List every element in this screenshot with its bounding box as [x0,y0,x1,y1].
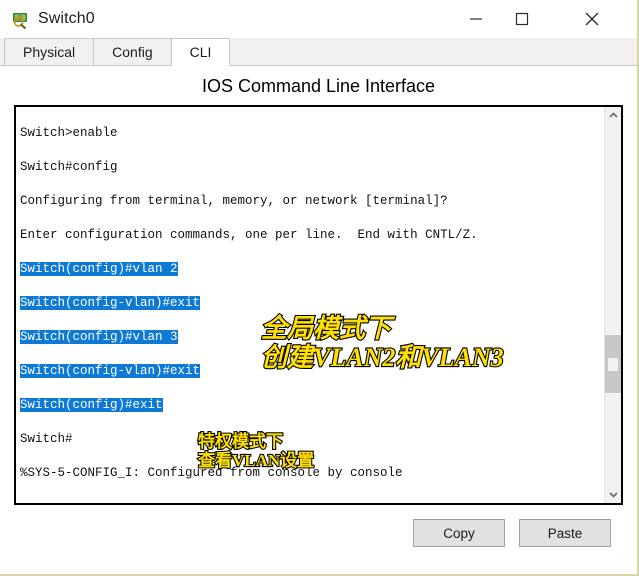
terminal-line: Switch# [20,432,73,446]
terminal-line: Enter configuration commands, one per li… [20,228,478,242]
close-icon[interactable] [569,0,615,38]
page-title: IOS Command Line Interface [201,76,436,96]
button-bar: Copy Paste [0,505,637,561]
terminal-line: Configuring from terminal, memory, or ne… [20,194,448,208]
cli-panel: IOS Command Line Interface Switch>enable… [0,66,637,574]
tab-strip: Physical Config CLI [0,38,637,66]
terminal-line: Switch#config [20,160,118,174]
tab-physical[interactable]: Physical [4,38,95,65]
minimize-icon[interactable] [453,0,499,38]
terminal-line-selected: Switch(config)#vlan 3 [20,330,178,344]
terminal-scrollbar[interactable] [604,107,621,503]
terminal-line-selected: Switch(config)#exit [20,398,163,412]
terminal-line: Switch>enable [20,126,118,140]
window-title: Switch0 [38,10,95,27]
tab-config[interactable]: Config [93,38,172,65]
paste-button[interactable]: Paste [519,519,611,547]
terminal-line-selected: Switch(config-vlan)#exit [20,364,201,378]
terminal-line: Switch(config)#vlan 2 [20,261,604,278]
terminal-line-selected: Switch(config-vlan)#exit [20,296,201,310]
chevron-down-icon[interactable] [605,486,621,503]
switch0-window: $ Switch0 Physical Config CLI IOS Comman… [0,0,639,576]
maximize-icon[interactable] [499,0,545,38]
copy-button[interactable]: Copy [413,519,505,547]
chevron-up-icon[interactable] [605,107,621,124]
terminal-line: Switch(config)#exit [20,397,604,414]
terminal-line: Switch(config-vlan)#exit [20,295,604,312]
terminal-line: Switch(config-vlan)#exit [20,363,604,380]
scrollbar-thumb[interactable] [605,335,621,393]
terminal-container: Switch>enable Switch#config Configuring … [14,105,623,505]
terminal-line-selected: Switch(config)#vlan 2 [20,262,178,276]
cli-output[interactable]: Switch>enable Switch#config Configuring … [16,107,604,503]
tab-cli[interactable]: CLI [170,38,231,66]
terminal-line: %SYS-5-CONFIG_I: Configured from console… [20,466,403,480]
title-bar: $ Switch0 [0,0,637,38]
terminal-line: Switch(config)#vlan 3 [20,329,604,346]
switch-device-icon: $ [10,8,32,30]
